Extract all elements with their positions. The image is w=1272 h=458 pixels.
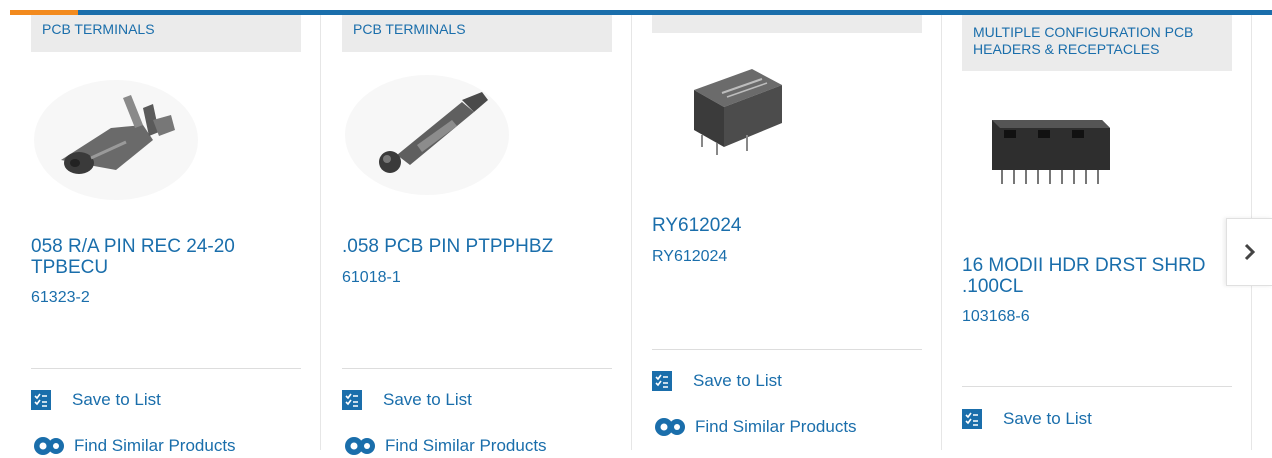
product-title-link[interactable]: 058 R/A PIN REC 24-20 TPBECU	[31, 236, 301, 278]
product-card: PCB TERMINALS .058 PCB PIN PTPPHBZ 61018…	[342, 15, 612, 455]
category-label	[652, 15, 922, 33]
save-to-list-button[interactable]: Save to List	[652, 371, 782, 391]
save-to-list-button[interactable]: Save to List	[31, 390, 161, 410]
gears-icon	[34, 437, 64, 455]
find-similar-products-button[interactable]: Find Similar Products	[652, 415, 857, 439]
save-to-list-label: Save to List	[693, 371, 782, 390]
card-divider	[31, 368, 301, 369]
product-title-link[interactable]: RY612024	[652, 215, 922, 236]
save-to-list-button[interactable]: Save to List	[962, 409, 1092, 429]
card-separator	[941, 15, 942, 450]
part-number-link[interactable]: 103168-6	[962, 308, 1030, 326]
part-number-link[interactable]: RY612024	[652, 248, 727, 266]
next-products-button[interactable]	[1226, 218, 1272, 286]
header-connector-image[interactable]	[982, 100, 1117, 200]
category-label: PCB TERMINALS	[31, 15, 301, 52]
find-similar-products-button[interactable]: Find Similar Products	[342, 434, 547, 458]
checklist-icon	[652, 371, 672, 391]
find-similar-label: Find Similar Products	[695, 417, 857, 436]
part-number-link[interactable]: 61323-2	[31, 289, 90, 307]
right-angle-pin-receptacle-image[interactable]	[31, 70, 201, 205]
find-similar-label: Find Similar Products	[385, 436, 547, 455]
save-to-list-label: Save to List	[383, 390, 472, 409]
save-to-list-label: Save to List	[1003, 409, 1092, 428]
part-number-link[interactable]: 61018-1	[342, 269, 401, 287]
save-to-list-label: Save to List	[72, 390, 161, 409]
checklist-icon	[962, 409, 982, 429]
product-card: MULTIPLE CONFIGURATION PCB HEADERS & REC…	[962, 15, 1232, 450]
checklist-icon	[342, 390, 362, 410]
category-label: PCB TERMINALS	[342, 15, 612, 52]
card-separator	[631, 15, 632, 450]
gears-icon	[345, 437, 375, 455]
checklist-icon	[31, 390, 51, 410]
pcb-pin-image[interactable]	[342, 70, 512, 200]
category-label: MULTIPLE CONFIGURATION PCB HEADERS & REC…	[962, 15, 1232, 71]
product-title-link[interactable]: 16 MODII HDR DRST SHRD .100CL	[962, 255, 1232, 297]
product-card: PCB TERMINALS 058 R/A PIN REC 24-20 TPBE…	[31, 15, 301, 455]
product-title-link[interactable]: .058 PCB PIN PTPPHBZ	[342, 236, 612, 257]
save-to-list-button[interactable]: Save to List	[342, 390, 472, 410]
find-similar-label: Find Similar Products	[74, 436, 236, 455]
card-divider	[342, 368, 612, 369]
relay-image[interactable]	[682, 55, 792, 165]
find-similar-products-button[interactable]: Find Similar Products	[31, 434, 236, 458]
gears-icon	[655, 418, 685, 436]
card-divider	[652, 349, 922, 350]
card-divider	[962, 386, 1232, 387]
chevron-right-icon	[1244, 243, 1256, 261]
product-card: RY612024 RY612024 Save to List Find Simi…	[652, 15, 922, 450]
card-separator	[320, 15, 321, 450]
